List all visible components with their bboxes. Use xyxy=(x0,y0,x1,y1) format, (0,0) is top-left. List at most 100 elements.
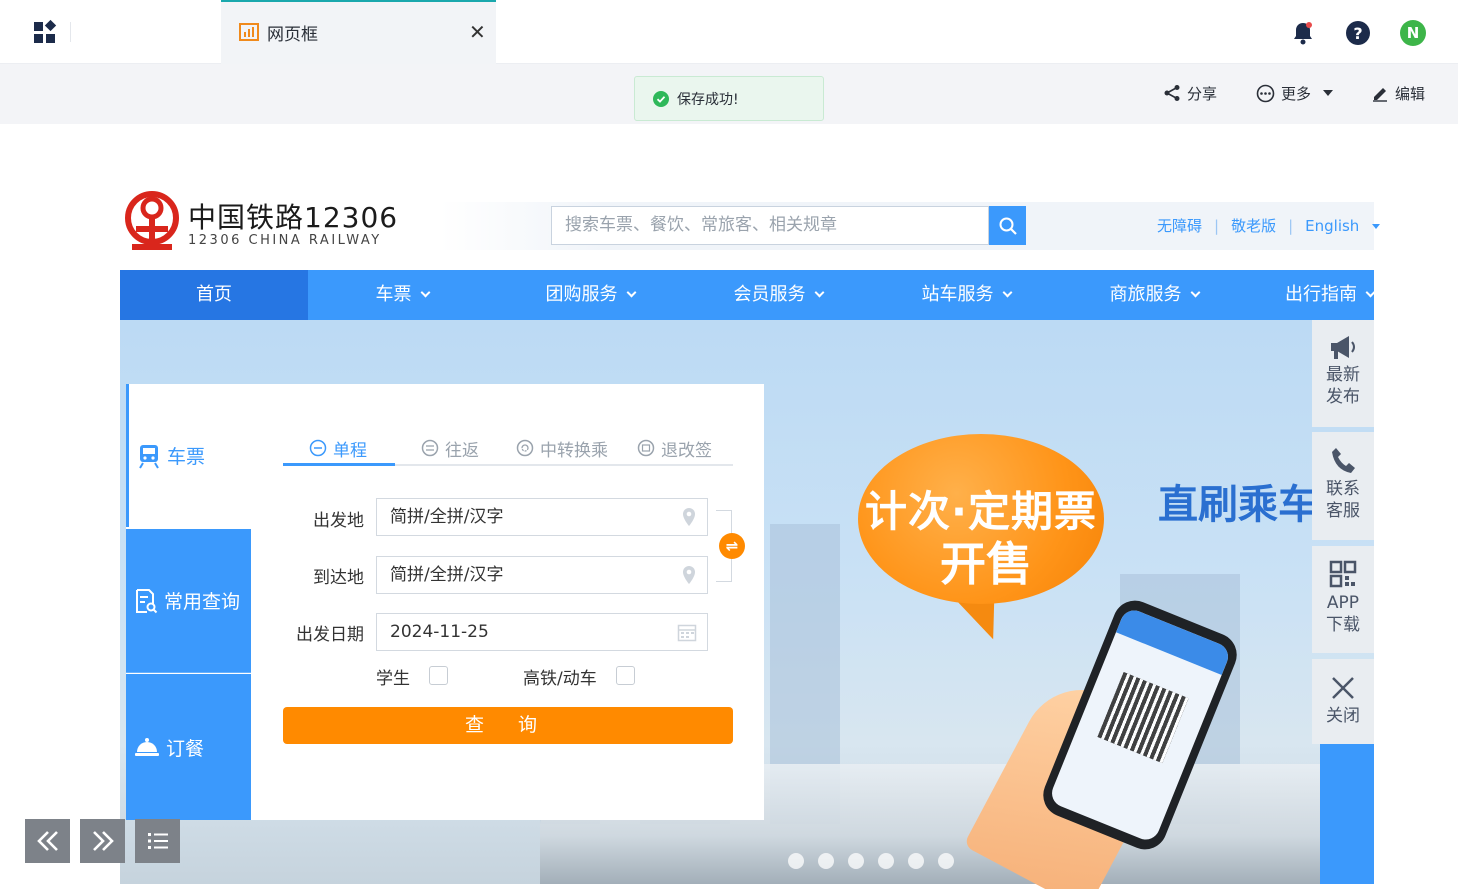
railway-logo-icon xyxy=(125,191,179,250)
more-icon xyxy=(1256,84,1275,102)
arrow-right-circle-icon xyxy=(309,439,327,457)
from-station-input[interactable]: 简拼/全拼/汉字 xyxy=(376,498,708,536)
share-button[interactable]: 分享 xyxy=(1163,82,1217,104)
student-label: 学生 xyxy=(376,669,410,689)
check-circle-icon xyxy=(653,90,669,107)
carousel-dot[interactable] xyxy=(848,853,864,869)
app-grid-icon[interactable] xyxy=(30,18,60,48)
prev-page-button[interactable] xyxy=(25,819,70,863)
to-label: 到达地 xyxy=(313,568,364,588)
side-accent-bar xyxy=(1320,744,1374,884)
phone-icon xyxy=(1332,448,1355,473)
nav-tickets[interactable]: 车票 xyxy=(308,270,496,320)
site-search-button[interactable] xyxy=(989,206,1026,245)
chevron-down-icon xyxy=(814,287,824,298)
side-tab-tickets[interactable]: 车票 xyxy=(126,384,251,527)
site-search-input[interactable]: 搜索车票、餐饮、常旅客、相关规章 xyxy=(551,206,989,245)
site-title: 中国铁路12306 xyxy=(188,201,399,234)
nav-member[interactable]: 会员服务 xyxy=(684,270,872,320)
svg-text:?: ? xyxy=(1353,24,1362,43)
trip-type-tabs: 单程 往返 中转换乘 退改签 xyxy=(283,430,733,466)
side-close[interactable]: 关闭 xyxy=(1312,659,1374,744)
swap-stations-icon[interactable]: ⇌ xyxy=(719,533,745,559)
carousel-dot[interactable] xyxy=(908,853,924,869)
nav-group[interactable]: 团购服务 xyxy=(496,270,684,320)
refund-icon xyxy=(637,439,655,457)
carousel-dot[interactable] xyxy=(878,853,894,869)
tab-roundtrip[interactable]: 往返 xyxy=(421,430,479,466)
chevron-down-icon xyxy=(1190,287,1200,298)
carousel-dots xyxy=(788,853,954,869)
highspeed-label: 高铁/动车 xyxy=(523,669,597,689)
close-icon[interactable]: ✕ xyxy=(469,22,486,42)
promo-slogan: 直刷乘车 xyxy=(1158,482,1318,528)
link-english[interactable]: English xyxy=(1305,217,1359,235)
top-tab-bar: 网页框 ✕ ? N xyxy=(0,0,1458,64)
food-cloche-icon xyxy=(135,738,159,756)
roundtrip-icon xyxy=(421,439,439,457)
from-label: 出发地 xyxy=(313,511,364,531)
nav-business[interactable]: 商旅服务 xyxy=(1060,270,1248,320)
train-icon xyxy=(139,444,159,469)
transfer-icon xyxy=(516,439,534,457)
qr-code-icon xyxy=(1329,560,1357,588)
side-latest-news[interactable]: 最新 发布 xyxy=(1312,320,1374,427)
calendar-icon xyxy=(677,624,697,642)
next-page-button[interactable] xyxy=(80,819,125,863)
avatar[interactable]: N xyxy=(1400,20,1426,46)
edit-label: 编辑 xyxy=(1395,84,1426,103)
carousel-dot[interactable] xyxy=(938,853,954,869)
location-pin-icon xyxy=(683,566,695,584)
link-elderly[interactable]: 敬老版 xyxy=(1231,217,1276,235)
departure-date-input[interactable]: 2024-11-25 xyxy=(376,613,708,651)
chevron-down-icon xyxy=(626,287,636,298)
promo-bubble-line2: 开售 xyxy=(940,537,1032,591)
chevron-down-icon xyxy=(1365,287,1376,298)
nav-guide[interactable]: 出行指南 xyxy=(1248,270,1398,320)
chevron-down-icon xyxy=(420,287,430,298)
more-button[interactable]: 更多 xyxy=(1256,82,1334,104)
tab-oneway[interactable]: 单程 xyxy=(309,430,367,466)
tab-transfer[interactable]: 中转换乘 xyxy=(516,430,608,466)
main-nav: 首页 车票 团购服务 会员服务 站车服务 商旅服务 出行指南 xyxy=(120,270,1376,320)
edit-icon xyxy=(1373,88,1387,102)
more-label: 更多 xyxy=(1281,84,1312,103)
side-tab-common-query[interactable]: 常用查询 xyxy=(126,529,251,673)
help-icon[interactable]: ? xyxy=(1345,20,1371,46)
edit-button[interactable]: 编辑 xyxy=(1371,82,1425,104)
app-window: 网页框 ✕ ? N 分享 更多 编辑 保存成功! 中国铁路12306 12306… xyxy=(0,0,1458,889)
active-tab-indicator xyxy=(283,463,395,466)
side-app-download[interactable]: APP 下载 xyxy=(1312,546,1374,653)
side-tab-meal[interactable]: 订餐 xyxy=(126,674,251,820)
link-accessibility[interactable]: 无障碍 xyxy=(1157,217,1202,235)
divider xyxy=(70,22,71,42)
caret-down-icon xyxy=(1372,224,1381,229)
query-button[interactable]: 查 询 xyxy=(283,707,733,744)
site-subtitle: 12306 CHINA RAILWAY xyxy=(188,233,382,248)
tab-webframe[interactable]: 网页框 ✕ xyxy=(221,0,496,64)
nav-station[interactable]: 站车服务 xyxy=(872,270,1060,320)
side-contact-service[interactable]: 联系 客服 xyxy=(1312,432,1374,540)
ticket-booking-widget: 车票 常用查询 订餐 单程 往返 中转换乘 退改签 出发地 简拼/全拼/汉字 到… xyxy=(126,384,764,820)
list-icon xyxy=(147,833,168,849)
highspeed-checkbox[interactable] xyxy=(616,666,635,685)
carousel-dot[interactable] xyxy=(818,853,834,869)
tab-label: 网页框 xyxy=(267,25,318,45)
bell-icon[interactable] xyxy=(1290,20,1316,46)
double-chevron-left-icon xyxy=(36,831,58,851)
nav-home[interactable]: 首页 xyxy=(120,270,308,320)
date-label: 出发日期 xyxy=(296,625,364,645)
student-checkbox[interactable] xyxy=(429,666,448,685)
tab-refund-change[interactable]: 退改签 xyxy=(637,430,712,466)
top-links: 无障碍 | 敬老版 | English xyxy=(1157,215,1381,236)
toast-message: 保存成功! xyxy=(677,91,739,108)
location-pin-icon xyxy=(683,508,695,526)
share-icon xyxy=(1164,85,1180,101)
chart-frame-icon xyxy=(239,23,259,41)
page-list-button[interactable] xyxy=(135,819,180,863)
success-toast: 保存成功! xyxy=(634,76,824,121)
to-station-input[interactable]: 简拼/全拼/汉字 xyxy=(376,556,708,594)
carousel-dot[interactable] xyxy=(788,853,804,869)
megaphone-icon xyxy=(1331,336,1355,359)
chevron-down-icon xyxy=(1002,287,1012,298)
